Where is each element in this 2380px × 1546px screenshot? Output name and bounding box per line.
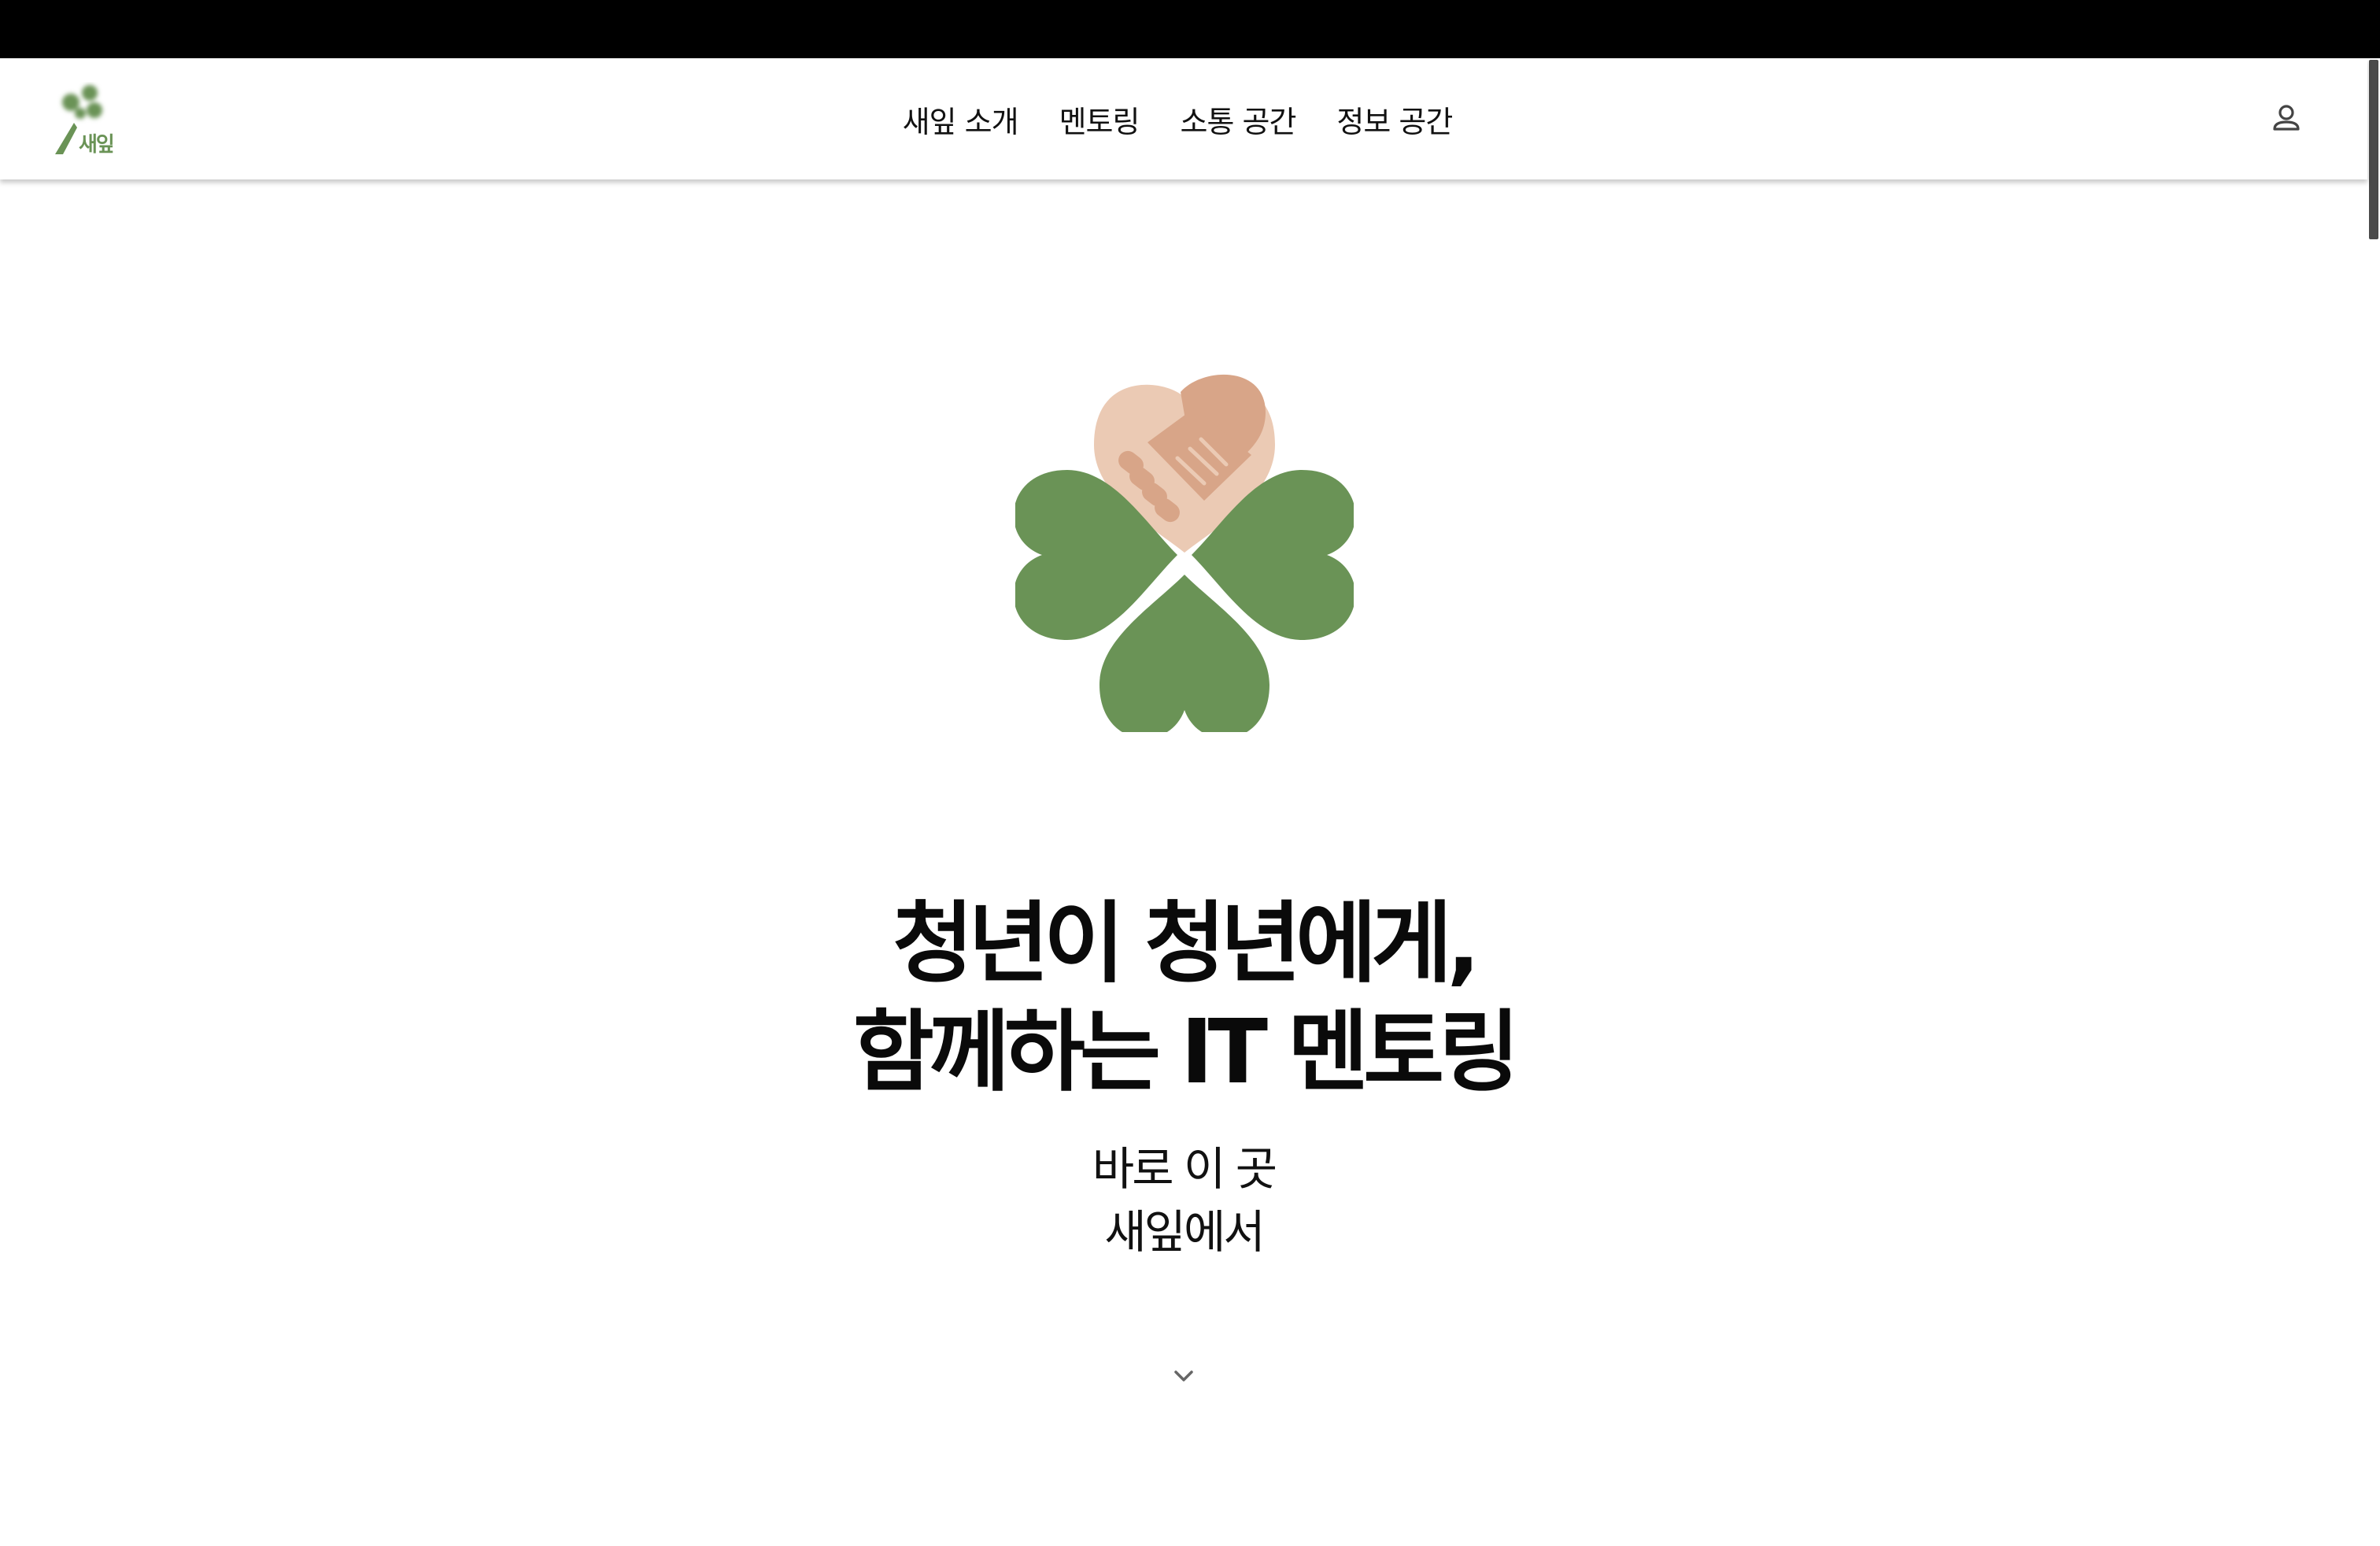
nav-item-mentoring[interactable]: 멘토링 <box>1059 98 1140 141</box>
top-black-bar <box>0 0 2380 58</box>
hero-graphic <box>1013 362 1356 739</box>
logo-clover-icon: 새잎 <box>55 85 115 157</box>
user-icon <box>2273 105 2300 131</box>
subline-line-2: 새잎에서 <box>1104 1205 1265 1259</box>
user-account-button[interactable] <box>2267 99 2306 139</box>
headline-line-1: 청년이 청년에게, <box>893 893 1480 996</box>
nav-item-community[interactable]: 소통 공간 <box>1180 98 1296 141</box>
logo-text: 새잎 <box>79 133 113 157</box>
scrollbar-track[interactable] <box>2367 58 2380 1546</box>
nav-item-info[interactable]: 정보 공간 <box>1336 98 1453 141</box>
nav-item-intro[interactable]: 새잎 소개 <box>903 98 1019 141</box>
headline-line-2: 함께하는 IT 멘토링 <box>852 1001 1520 1104</box>
main-nav: 새잎 소개 멘토링 소통 공간 정보 공간 <box>0 58 2367 179</box>
scrollbar-thumb[interactable] <box>2369 60 2378 239</box>
hero-headline: 청년이 청년에게, 함께하는 IT 멘토링 <box>0 890 2367 1107</box>
scroll-down-button[interactable] <box>1168 1360 1199 1392</box>
subline-line-1: 바로 이 곳 <box>1092 1142 1277 1196</box>
hero-subline: 바로 이 곳 새잎에서 <box>0 1137 2367 1263</box>
site-header: 새잎 새잎 소개 멘토링 소통 공간 정보 공간 <box>0 58 2367 179</box>
site-logo[interactable]: 새잎 <box>50 82 129 161</box>
clover-handshake-icon <box>1013 374 1356 739</box>
chevron-down-icon <box>1174 1370 1193 1381</box>
